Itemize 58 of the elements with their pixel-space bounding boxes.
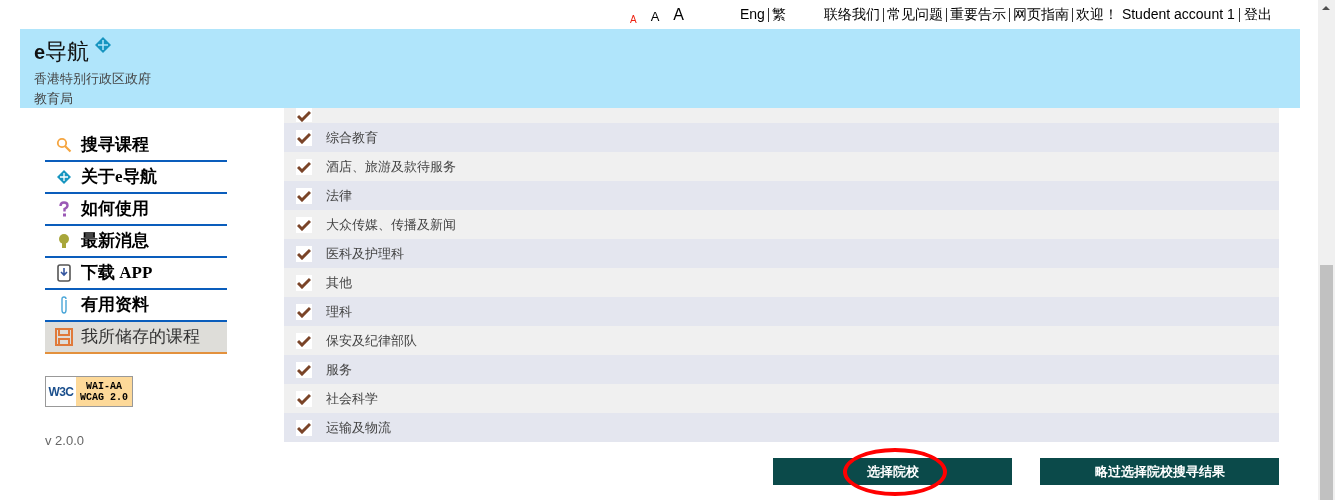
sidebar-item[interactable]: 我所储存的课程 xyxy=(45,322,227,354)
checkbox[interactable] xyxy=(296,419,312,436)
welcome-text: 欢迎！ Student account 1 xyxy=(1076,5,1235,24)
category-label: 服务 xyxy=(326,360,352,379)
logo-prefix: e xyxy=(34,40,46,65)
sidebar-item[interactable]: 搜寻课程 xyxy=(45,130,227,162)
category-label: 保安及纪律部队 xyxy=(326,331,417,350)
language-link[interactable]: Eng xyxy=(740,4,765,25)
question-icon xyxy=(58,201,70,217)
scrollbar[interactable] xyxy=(1318,0,1335,500)
category-label: 酒店、旅游及款待服务 xyxy=(326,157,456,176)
checkbox[interactable] xyxy=(296,108,312,122)
checkbox[interactable] xyxy=(296,129,312,146)
subtitle-text: 教育局 xyxy=(34,90,73,108)
version-text: v 2.0.0 xyxy=(45,432,86,450)
font-size-link[interactable]: A xyxy=(650,7,660,27)
checkbox[interactable] xyxy=(296,361,312,378)
top-link[interactable]: 常见问题 xyxy=(887,4,943,25)
logo-icon xyxy=(95,37,112,53)
action-button[interactable]: 选择院校 xyxy=(773,458,1012,485)
category-label: 大众传媒、传播及新闻 xyxy=(326,215,456,234)
top-link[interactable]: 联络我们 xyxy=(824,4,880,25)
paperclip-icon xyxy=(59,296,69,314)
top-link[interactable]: 重要告示 xyxy=(950,4,1006,25)
checkbox[interactable] xyxy=(296,303,312,320)
search-icon xyxy=(56,137,72,153)
wcag-label: WAI-AA xyxy=(86,380,122,392)
top-link[interactable]: 网页指南 xyxy=(1013,4,1069,25)
action-button[interactable]: 略过选择院校搜寻结果 xyxy=(1040,458,1279,485)
sidebar-item[interactable]: 如何使用 xyxy=(45,194,227,226)
lightbulb-icon xyxy=(58,233,70,249)
checkbox[interactable] xyxy=(296,158,312,175)
logo-text: 导航 xyxy=(45,38,90,66)
category-label: 理科 xyxy=(326,302,352,321)
category-label: 综合教育 xyxy=(326,128,378,147)
checkbox[interactable] xyxy=(296,332,312,349)
checkbox[interactable] xyxy=(296,187,312,204)
checkbox[interactable] xyxy=(296,274,312,291)
diamond-icon xyxy=(56,169,72,185)
phone-download-icon xyxy=(57,264,71,282)
wcag-label: WCAG 2.0 xyxy=(80,391,128,403)
logout-link[interactable]: 登出 xyxy=(1243,4,1272,25)
checkbox[interactable] xyxy=(296,245,312,262)
category-label: 医科及护理科 xyxy=(326,244,404,263)
sidebar-item[interactable]: 关于e导航 xyxy=(45,162,227,194)
checkbox[interactable] xyxy=(296,390,312,407)
category-label: 社会科学 xyxy=(326,389,378,408)
sidebar-item[interactable]: 最新消息 xyxy=(45,226,227,258)
w3c-label: W3C xyxy=(47,383,75,401)
checkbox[interactable] xyxy=(296,216,312,233)
language-link[interactable]: 繁 xyxy=(771,4,786,25)
category-label: 法律 xyxy=(326,186,352,205)
font-size-link[interactable]: A xyxy=(630,11,637,27)
sidebar-item[interactable]: 下载 APP xyxy=(45,258,227,290)
category-label: 运输及物流 xyxy=(326,418,391,437)
subtitle-text: 香港特别行政区政府 xyxy=(34,70,151,88)
font-size-link[interactable]: A xyxy=(673,2,684,27)
category-label: 其他 xyxy=(326,273,352,292)
